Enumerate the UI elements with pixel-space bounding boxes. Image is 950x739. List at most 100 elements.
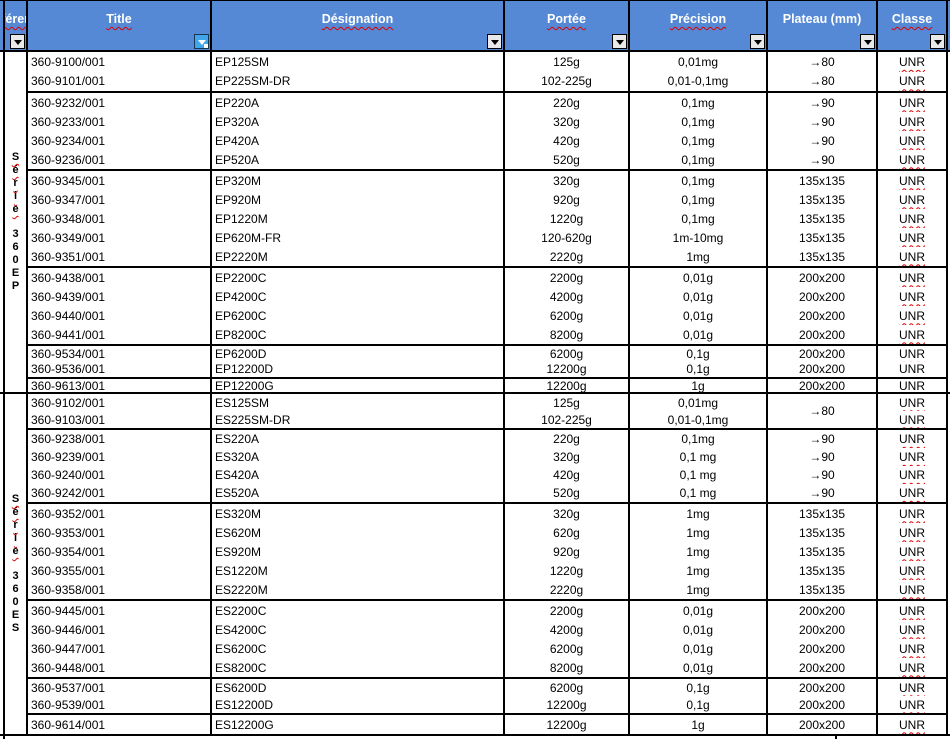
filter-dropdown-button[interactable] bbox=[10, 34, 25, 49]
cell-precision[interactable]: 1mg bbox=[630, 523, 768, 542]
cell-designation[interactable]: ES320A bbox=[212, 448, 505, 466]
cell-plateau[interactable]: 135x135 bbox=[768, 542, 878, 561]
cell-reference[interactable]: 360-9354/001 bbox=[28, 542, 212, 561]
cell-reference[interactable]: 360-9441/001 bbox=[28, 325, 212, 344]
cell-reference[interactable]: 360-9238/001 bbox=[28, 430, 212, 448]
cell-portee[interactable]: 6200g bbox=[505, 346, 630, 362]
cell-portee[interactable]: 6200g bbox=[505, 679, 630, 696]
cell-portee[interactable]: 12200g bbox=[505, 362, 630, 378]
cell-precision[interactable]: 1mg bbox=[630, 504, 768, 523]
cell-classe[interactable]: UNR bbox=[878, 112, 948, 131]
cell-classe[interactable]: UNR bbox=[878, 131, 948, 150]
cell-reference[interactable]: 360-9438/001 bbox=[28, 268, 212, 287]
cell-designation[interactable]: ES920M bbox=[212, 542, 505, 561]
cell-classe[interactable]: UNR bbox=[878, 228, 948, 247]
filter-dropdown-button-active[interactable] bbox=[194, 34, 209, 49]
cell-precision[interactable]: 1m-10mg bbox=[630, 228, 768, 247]
cell-portee[interactable]: 4200g bbox=[505, 620, 630, 639]
cell-portee[interactable]: 320g bbox=[505, 448, 630, 466]
cell-reference[interactable]: 360-9345/001 bbox=[28, 171, 212, 190]
cell-reference[interactable]: 360-9103/001 bbox=[28, 411, 212, 428]
cell-plateau[interactable]: 200x200 bbox=[768, 379, 878, 392]
cell-plateau[interactable]: 200x200 bbox=[768, 679, 878, 696]
cell-portee[interactable]: 12200g bbox=[505, 715, 630, 734]
cell-precision[interactable]: 1g bbox=[630, 715, 768, 734]
cell-plateau[interactable]: 135x135 bbox=[768, 171, 878, 190]
cell-designation[interactable]: EP125SM bbox=[212, 52, 505, 72]
cell-designation[interactable]: EP420A bbox=[212, 131, 505, 150]
cell-designation[interactable]: ES620M bbox=[212, 523, 505, 542]
cell-classe[interactable]: UNR bbox=[878, 72, 948, 92]
cell-precision[interactable]: 1mg bbox=[630, 247, 768, 266]
cell-designation[interactable]: EP4200C bbox=[212, 287, 505, 306]
cell-reference[interactable]: 360-9536/001 bbox=[28, 362, 212, 378]
cell-plateau[interactable]: 135x135 bbox=[768, 504, 878, 523]
cell-classe[interactable]: UNR bbox=[878, 466, 948, 484]
cell-precision[interactable]: 0,01mg bbox=[630, 394, 768, 411]
cell-portee[interactable]: 2220g bbox=[505, 580, 630, 599]
cell-precision[interactable]: 0,01g bbox=[630, 268, 768, 287]
series-label-cell[interactable]: Série360EP bbox=[5, 52, 28, 392]
cell-reference[interactable]: 360-9447/001 bbox=[28, 639, 212, 658]
cell-portee[interactable]: 102-225g bbox=[505, 72, 630, 92]
cell-precision[interactable]: 0,1g bbox=[630, 362, 768, 378]
cell-classe[interactable]: UNR bbox=[878, 639, 948, 658]
cell-portee[interactable]: 320g bbox=[505, 112, 630, 131]
cell-designation[interactable]: EP225SM-DR bbox=[212, 72, 505, 92]
cell-designation[interactable]: ES320M bbox=[212, 504, 505, 523]
cell-classe[interactable]: UNR bbox=[878, 484, 948, 502]
cell-precision[interactable]: 0,1g bbox=[630, 346, 768, 362]
cell-designation[interactable]: EP320A bbox=[212, 112, 505, 131]
cell-portee[interactable]: 6200g bbox=[505, 639, 630, 658]
cell-reference[interactable]: 360-9539/001 bbox=[28, 696, 212, 713]
cell-designation[interactable]: ES6200C bbox=[212, 639, 505, 658]
cell-plateau-merged[interactable]: →80 bbox=[768, 394, 876, 428]
cell-classe[interactable]: UNR bbox=[878, 601, 948, 620]
cell-classe[interactable]: UNR bbox=[878, 209, 948, 228]
cell-portee[interactable]: 2200g bbox=[505, 268, 630, 287]
cell-classe[interactable]: UNR bbox=[878, 679, 948, 696]
cell-designation[interactable]: ES2220M bbox=[212, 580, 505, 599]
cell-designation[interactable]: EP6200C bbox=[212, 306, 505, 325]
cell-precision[interactable]: 0,01g bbox=[630, 658, 768, 677]
cell-plateau[interactable]: 200x200 bbox=[768, 287, 878, 306]
cell-classe[interactable]: UNR bbox=[878, 715, 948, 734]
cell-classe[interactable]: UNR bbox=[878, 394, 948, 411]
cell-designation[interactable]: EP620M-FR bbox=[212, 228, 505, 247]
cell-precision[interactable]: 0,1mg bbox=[630, 150, 768, 169]
cell-reference[interactable]: 360-9236/001 bbox=[28, 150, 212, 169]
cell-classe[interactable]: UNR bbox=[878, 52, 948, 72]
cell-precision[interactable]: 0,1 mg bbox=[630, 484, 768, 502]
cell-plateau[interactable]: 200x200 bbox=[768, 658, 878, 677]
cell-designation[interactable]: ES2200C bbox=[212, 601, 505, 620]
cell-plateau[interactable]: 135x135 bbox=[768, 580, 878, 599]
cell-designation[interactable]: ES225SM-DR bbox=[212, 411, 505, 428]
cell-plateau[interactable]: 200x200 bbox=[768, 362, 878, 378]
cell-classe[interactable]: UNR bbox=[878, 93, 948, 112]
cell-portee[interactable]: 320g bbox=[505, 171, 630, 190]
cell-portee[interactable]: 2220g bbox=[505, 247, 630, 266]
cell-plateau[interactable]: 200x200 bbox=[768, 639, 878, 658]
cell-portee[interactable]: 102-225g bbox=[505, 411, 630, 428]
cell-plateau[interactable]: 200x200 bbox=[768, 346, 878, 362]
cell-classe[interactable]: UNR bbox=[878, 306, 948, 325]
cell-reference[interactable]: 360-9349/001 bbox=[28, 228, 212, 247]
cell-portee[interactable]: 1220g bbox=[505, 209, 630, 228]
cell-reference[interactable]: 360-9351/001 bbox=[28, 247, 212, 266]
cell-reference[interactable]: 360-9233/001 bbox=[28, 112, 212, 131]
cell-portee[interactable]: 420g bbox=[505, 466, 630, 484]
cell-precision[interactable]: 0,01g bbox=[630, 639, 768, 658]
cell-precision[interactable]: 0,01mg bbox=[630, 52, 768, 72]
cell-designation[interactable]: ES4200C bbox=[212, 620, 505, 639]
cell-classe[interactable]: UNR bbox=[878, 430, 948, 448]
cell-precision[interactable]: 0,1g bbox=[630, 696, 768, 713]
cell-classe[interactable]: UNR bbox=[878, 171, 948, 190]
cell-classe[interactable]: UNR bbox=[878, 287, 948, 306]
cell-plateau[interactable]: 135x135 bbox=[768, 228, 878, 247]
cell-plateau[interactable]: →90 bbox=[768, 112, 878, 131]
cell-classe[interactable]: UNR bbox=[878, 542, 948, 561]
cell-designation[interactable]: ES520A bbox=[212, 484, 505, 502]
cell-precision[interactable]: 0,1mg bbox=[630, 190, 768, 209]
cell-designation[interactable]: EP12200D bbox=[212, 362, 505, 378]
cell-plateau[interactable]: →80 bbox=[768, 52, 878, 72]
